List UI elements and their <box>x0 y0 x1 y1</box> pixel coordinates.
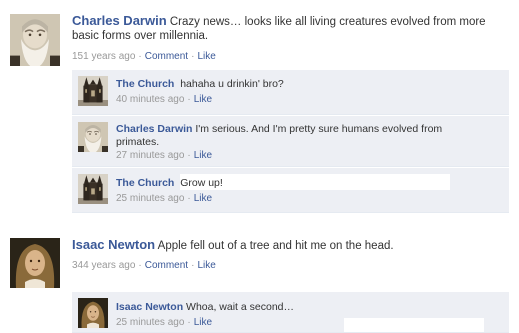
comment-author-link[interactable]: The Church <box>116 177 174 189</box>
comment-like-link[interactable]: Like <box>194 317 212 328</box>
post-message: Apple fell out of a tree and hit me on t… <box>157 240 394 252</box>
comment-like-link[interactable]: Like <box>194 193 212 204</box>
separator: · <box>187 150 191 161</box>
separator: · <box>138 260 142 271</box>
commenter-avatar[interactable] <box>78 122 108 152</box>
like-link[interactable]: Like <box>197 51 215 62</box>
comment-item: Charles Darwin I'm serious. And I'm pret… <box>72 116 509 167</box>
post-meta: 151 years ago · Comment · Like <box>72 51 216 62</box>
darwin-portrait-icon <box>10 14 60 66</box>
comment-timestamp: 25 minutes ago <box>116 317 185 328</box>
comment-like-link[interactable]: Like <box>194 150 212 161</box>
separator: · <box>187 193 191 204</box>
commenter-avatar[interactable] <box>78 174 108 204</box>
comment-item: The Church hahaha u drinkin' bro? 40 min… <box>72 70 509 115</box>
comment-meta: 40 minutes ago · Like <box>116 94 212 105</box>
comment-link[interactable]: Comment <box>145 51 188 62</box>
comment-item: The Church Grow up! 25 minutes ago · Like <box>72 168 509 213</box>
comment-like-link[interactable]: Like <box>194 94 212 105</box>
comment-message: hahaha u drinkin' bro? <box>180 78 284 90</box>
comment-timestamp: 40 minutes ago <box>116 94 185 105</box>
church-icon <box>78 174 108 204</box>
post-timestamp: 344 years ago <box>72 260 136 271</box>
darwin-portrait-icon <box>78 122 108 152</box>
comment-author-link[interactable]: Isaac Newton <box>116 301 183 313</box>
post-author-link[interactable]: Isaac Newton <box>72 237 155 252</box>
comment-body: Isaac Newton Whoa, wait a second… <box>116 301 496 314</box>
post-meta: 344 years ago · Comment · Like <box>72 260 216 271</box>
newton-portrait-icon <box>10 238 60 288</box>
separator: · <box>187 94 191 105</box>
comment-meta: 27 minutes ago · Like <box>116 150 212 161</box>
post-author-link[interactable]: Charles Darwin <box>72 13 167 28</box>
comment-timestamp: 27 minutes ago <box>116 150 185 161</box>
comment-author-link[interactable]: The Church <box>116 78 174 90</box>
comment-message: Whoa, wait a second… <box>186 301 294 313</box>
newton-avatar[interactable] <box>10 238 60 288</box>
separator: · <box>191 51 195 62</box>
post-timestamp: 151 years ago <box>72 51 136 62</box>
commenter-avatar[interactable] <box>78 298 108 328</box>
comment-meta: 25 minutes ago · Like <box>116 193 212 204</box>
post-body: Charles Darwin Crazy news… looks like al… <box>72 14 512 43</box>
comment-body: The Church hahaha u drinkin' bro? <box>116 78 496 91</box>
comment-body: The Church Grow up! <box>116 177 496 190</box>
comment-author-link[interactable]: Charles Darwin <box>116 123 192 135</box>
reply-highlight <box>344 318 484 332</box>
comment-timestamp: 25 minutes ago <box>116 193 185 204</box>
like-link[interactable]: Like <box>197 260 215 271</box>
separator: · <box>191 260 195 271</box>
darwin-avatar[interactable] <box>10 14 60 66</box>
post-body: Isaac Newton Apple fell out of a tree an… <box>72 238 512 253</box>
comment-body: Charles Darwin I'm serious. And I'm pret… <box>116 123 476 149</box>
commenter-avatar[interactable] <box>78 76 108 106</box>
separator: · <box>138 51 142 62</box>
comment-meta: 25 minutes ago · Like <box>116 317 212 328</box>
church-icon <box>78 76 108 106</box>
newton-portrait-icon <box>78 298 108 328</box>
separator: · <box>187 317 191 328</box>
comment-link[interactable]: Comment <box>145 260 188 271</box>
comment-message: Grow up! <box>180 177 223 189</box>
